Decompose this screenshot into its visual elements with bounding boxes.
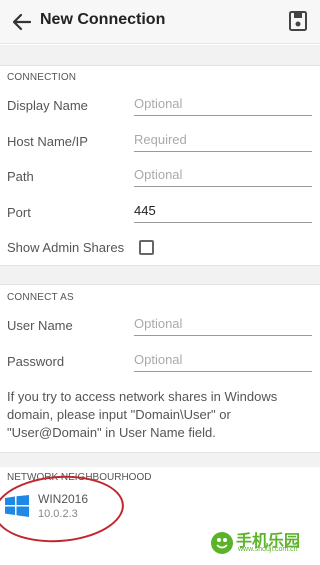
section-spacer <box>0 266 320 284</box>
divider <box>0 284 320 285</box>
user-name-field[interactable] <box>134 312 312 336</box>
connect-as-section-header: CONNECT AS <box>7 292 74 303</box>
admin-shares-checkbox[interactable] <box>139 240 154 255</box>
domain-help-text: If you try to access network shares in W… <box>7 389 278 440</box>
password-field[interactable] <box>134 348 312 372</box>
app-bar: New Connection <box>0 0 320 44</box>
admin-shares-label: Show Admin Shares <box>7 240 125 255</box>
page-title: New Connection <box>40 11 166 28</box>
path-field[interactable] <box>134 163 312 187</box>
port-field[interactable] <box>134 199 312 223</box>
port-label: Port <box>7 205 31 220</box>
display-name-field[interactable] <box>134 92 312 116</box>
password-label: Password <box>7 354 65 369</box>
divider <box>0 65 320 66</box>
save-icon[interactable] <box>286 9 310 33</box>
host-label: Host Name/IP <box>7 134 88 149</box>
connection-section-header: CONNECTION <box>7 72 77 83</box>
host-field[interactable] <box>134 128 312 152</box>
back-arrow-icon[interactable] <box>8 8 36 36</box>
display-name-label: Display Name <box>7 98 88 113</box>
watermark-url: www.shouji.com.cn <box>238 546 298 553</box>
section-spacer <box>0 45 320 65</box>
user-name-label: User Name <box>7 318 73 333</box>
path-label: Path <box>7 169 34 184</box>
section-spacer <box>0 453 320 467</box>
